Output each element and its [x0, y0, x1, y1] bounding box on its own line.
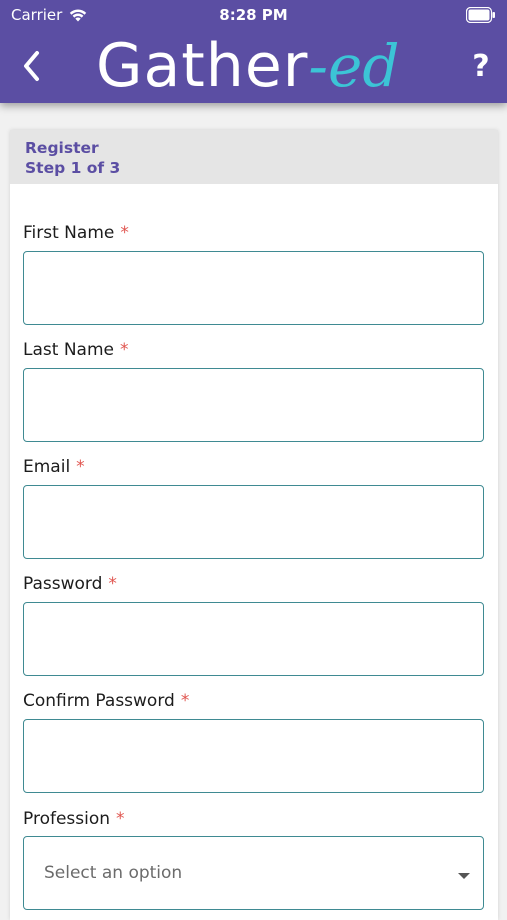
profession-label-text: Profession — [23, 809, 111, 829]
last-name-label-text: Last Name — [23, 340, 114, 360]
confirm-password-label-text: Confirm Password — [23, 691, 175, 711]
battery-icon — [466, 7, 495, 23]
help-button[interactable]: ? — [468, 47, 494, 87]
form-step: Step 1 of 3 — [25, 159, 121, 177]
logo-accent-text: -ed — [308, 32, 400, 100]
chevron-down-icon — [458, 873, 470, 879]
profession-placeholder: Select an option — [44, 863, 183, 883]
status-bar: Carrier 8:28 PM — [0, 0, 507, 32]
email-label-text: Email — [23, 457, 71, 477]
password-input[interactable] — [23, 602, 484, 676]
clock: 8:28 PM — [219, 6, 288, 24]
profession-label: Profession * — [23, 808, 125, 830]
required-marker: * — [116, 809, 125, 829]
last-name-label: Last Name * — [23, 339, 128, 361]
app-logo: Gather-ed — [96, 32, 399, 100]
password-label-text: Password — [23, 574, 103, 594]
form-title: Register — [25, 139, 99, 157]
required-marker: * — [76, 457, 85, 477]
back-chevron-icon[interactable] — [18, 47, 48, 85]
first-name-input[interactable] — [23, 251, 484, 325]
confirm-password-label: Confirm Password * — [23, 690, 189, 712]
profession-select[interactable]: Select an option — [23, 836, 484, 910]
required-marker: * — [120, 223, 129, 243]
required-marker: * — [119, 340, 129, 360]
email-label: Email * — [23, 456, 85, 478]
first-name-label-text: First Name — [23, 223, 115, 243]
email-input[interactable] — [23, 485, 484, 559]
first-name-label: First Name * — [23, 222, 129, 244]
required-marker: * — [180, 691, 190, 711]
password-label: Password * — [23, 573, 117, 595]
required-marker: * — [108, 574, 117, 594]
confirm-password-input[interactable] — [23, 719, 484, 793]
app-header: Carrier 8:28 PM Gather-ed ? — [0, 0, 507, 103]
logo-main-text: Gather — [96, 31, 309, 101]
last-name-input[interactable] — [23, 368, 484, 442]
card-header: Register Step 1 of 3 — [10, 130, 498, 184]
